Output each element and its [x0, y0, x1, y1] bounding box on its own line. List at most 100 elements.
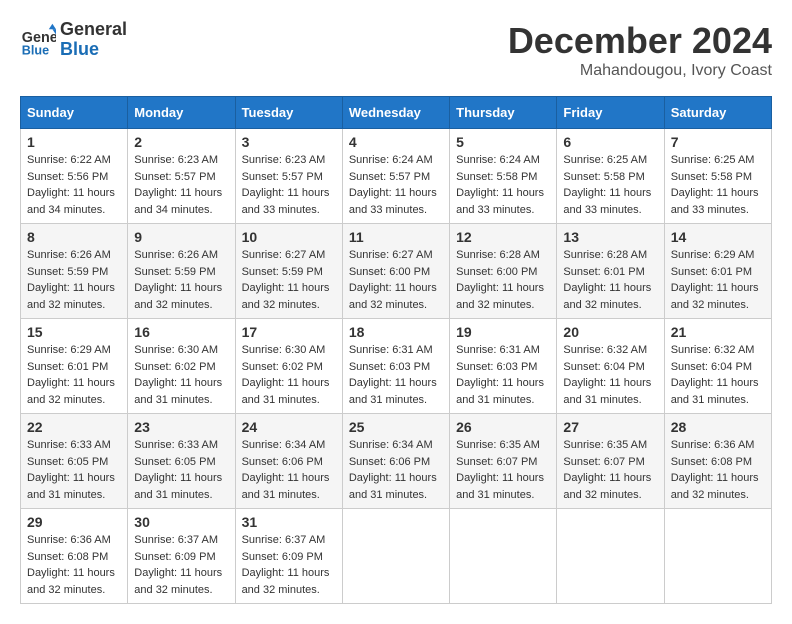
daylight-label: Daylight: 11 hours and 32 minutes.	[134, 567, 222, 596]
daylight-label: Daylight: 11 hours and 31 minutes.	[349, 472, 437, 501]
calendar-cell: 18 Sunrise: 6:31 AM Sunset: 6:03 PM Dayl…	[342, 319, 449, 414]
day-info: Sunrise: 6:22 AM Sunset: 5:56 PM Dayligh…	[27, 152, 121, 218]
calendar-week-3: 15 Sunrise: 6:29 AM Sunset: 6:01 PM Dayl…	[21, 319, 772, 414]
sunset-label: Sunset: 5:56 PM	[27, 171, 108, 183]
day-number: 9	[134, 229, 228, 245]
day-info: Sunrise: 6:35 AM Sunset: 6:07 PM Dayligh…	[456, 437, 550, 503]
day-info: Sunrise: 6:33 AM Sunset: 6:05 PM Dayligh…	[134, 437, 228, 503]
calendar-week-4: 22 Sunrise: 6:33 AM Sunset: 6:05 PM Dayl…	[21, 414, 772, 509]
day-number: 29	[27, 514, 121, 530]
day-number: 21	[671, 324, 765, 340]
sunset-label: Sunset: 6:07 PM	[563, 456, 644, 468]
day-info: Sunrise: 6:23 AM Sunset: 5:57 PM Dayligh…	[242, 152, 336, 218]
weekday-header-wednesday: Wednesday	[342, 97, 449, 129]
sunset-label: Sunset: 6:01 PM	[27, 361, 108, 373]
daylight-label: Daylight: 11 hours and 32 minutes.	[671, 472, 759, 501]
sunset-label: Sunset: 6:09 PM	[242, 551, 323, 563]
daylight-label: Daylight: 11 hours and 33 minutes.	[456, 187, 544, 216]
sunrise-label: Sunrise: 6:24 AM	[456, 154, 540, 166]
daylight-label: Daylight: 11 hours and 31 minutes.	[563, 377, 651, 406]
daylight-label: Daylight: 11 hours and 33 minutes.	[671, 187, 759, 216]
sunrise-label: Sunrise: 6:37 AM	[134, 534, 218, 546]
day-info: Sunrise: 6:23 AM Sunset: 5:57 PM Dayligh…	[134, 152, 228, 218]
sunset-label: Sunset: 6:06 PM	[349, 456, 430, 468]
sunrise-label: Sunrise: 6:23 AM	[134, 154, 218, 166]
day-info: Sunrise: 6:36 AM Sunset: 6:08 PM Dayligh…	[671, 437, 765, 503]
daylight-label: Daylight: 11 hours and 34 minutes.	[134, 187, 222, 216]
day-info: Sunrise: 6:35 AM Sunset: 6:07 PM Dayligh…	[563, 437, 657, 503]
day-number: 27	[563, 419, 657, 435]
calendar-cell: 5 Sunrise: 6:24 AM Sunset: 5:58 PM Dayli…	[450, 129, 557, 224]
day-info: Sunrise: 6:26 AM Sunset: 5:59 PM Dayligh…	[27, 247, 121, 313]
sunrise-label: Sunrise: 6:28 AM	[456, 249, 540, 261]
day-number: 6	[563, 134, 657, 150]
day-info: Sunrise: 6:26 AM Sunset: 5:59 PM Dayligh…	[134, 247, 228, 313]
day-info: Sunrise: 6:25 AM Sunset: 5:58 PM Dayligh…	[671, 152, 765, 218]
calendar-header-row: SundayMondayTuesdayWednesdayThursdayFrid…	[21, 97, 772, 129]
daylight-label: Daylight: 11 hours and 31 minutes.	[456, 472, 544, 501]
sunset-label: Sunset: 6:08 PM	[671, 456, 752, 468]
sunrise-label: Sunrise: 6:30 AM	[134, 344, 218, 356]
sunset-label: Sunset: 5:59 PM	[242, 266, 323, 278]
day-info: Sunrise: 6:34 AM Sunset: 6:06 PM Dayligh…	[242, 437, 336, 503]
daylight-label: Daylight: 11 hours and 31 minutes.	[456, 377, 544, 406]
calendar-cell	[342, 509, 449, 604]
sunrise-label: Sunrise: 6:36 AM	[27, 534, 111, 546]
sunrise-label: Sunrise: 6:29 AM	[671, 249, 755, 261]
sunrise-label: Sunrise: 6:33 AM	[27, 439, 111, 451]
sunrise-label: Sunrise: 6:27 AM	[349, 249, 433, 261]
calendar-cell: 25 Sunrise: 6:34 AM Sunset: 6:06 PM Dayl…	[342, 414, 449, 509]
calendar-cell: 30 Sunrise: 6:37 AM Sunset: 6:09 PM Dayl…	[128, 509, 235, 604]
weekday-header-thursday: Thursday	[450, 97, 557, 129]
day-number: 26	[456, 419, 550, 435]
day-info: Sunrise: 6:28 AM Sunset: 6:01 PM Dayligh…	[563, 247, 657, 313]
calendar-cell: 21 Sunrise: 6:32 AM Sunset: 6:04 PM Dayl…	[664, 319, 771, 414]
location-title: Mahandougou, Ivory Coast	[508, 62, 772, 80]
month-title: December 2024	[508, 20, 772, 62]
day-info: Sunrise: 6:25 AM Sunset: 5:58 PM Dayligh…	[563, 152, 657, 218]
calendar-table: SundayMondayTuesdayWednesdayThursdayFrid…	[20, 96, 772, 604]
sunset-label: Sunset: 6:00 PM	[349, 266, 430, 278]
day-number: 17	[242, 324, 336, 340]
sunrise-label: Sunrise: 6:32 AM	[563, 344, 647, 356]
calendar-cell: 23 Sunrise: 6:33 AM Sunset: 6:05 PM Dayl…	[128, 414, 235, 509]
sunrise-label: Sunrise: 6:25 AM	[671, 154, 755, 166]
sunrise-label: Sunrise: 6:32 AM	[671, 344, 755, 356]
sunset-label: Sunset: 6:08 PM	[27, 551, 108, 563]
calendar-cell: 19 Sunrise: 6:31 AM Sunset: 6:03 PM Dayl…	[450, 319, 557, 414]
day-info: Sunrise: 6:31 AM Sunset: 6:03 PM Dayligh…	[456, 342, 550, 408]
sunset-label: Sunset: 6:07 PM	[456, 456, 537, 468]
daylight-label: Daylight: 11 hours and 31 minutes.	[349, 377, 437, 406]
calendar-cell: 13 Sunrise: 6:28 AM Sunset: 6:01 PM Dayl…	[557, 224, 664, 319]
calendar-cell: 28 Sunrise: 6:36 AM Sunset: 6:08 PM Dayl…	[664, 414, 771, 509]
day-info: Sunrise: 6:37 AM Sunset: 6:09 PM Dayligh…	[242, 532, 336, 598]
day-info: Sunrise: 6:30 AM Sunset: 6:02 PM Dayligh…	[242, 342, 336, 408]
calendar-week-1: 1 Sunrise: 6:22 AM Sunset: 5:56 PM Dayli…	[21, 129, 772, 224]
sunrise-label: Sunrise: 6:36 AM	[671, 439, 755, 451]
day-number: 28	[671, 419, 765, 435]
sunrise-label: Sunrise: 6:22 AM	[27, 154, 111, 166]
day-number: 2	[134, 134, 228, 150]
sunrise-label: Sunrise: 6:31 AM	[349, 344, 433, 356]
sunrise-label: Sunrise: 6:31 AM	[456, 344, 540, 356]
calendar-cell: 29 Sunrise: 6:36 AM Sunset: 6:08 PM Dayl…	[21, 509, 128, 604]
calendar-cell: 14 Sunrise: 6:29 AM Sunset: 6:01 PM Dayl…	[664, 224, 771, 319]
daylight-label: Daylight: 11 hours and 32 minutes.	[27, 377, 115, 406]
sunset-label: Sunset: 6:01 PM	[563, 266, 644, 278]
sunset-label: Sunset: 6:03 PM	[349, 361, 430, 373]
sunrise-label: Sunrise: 6:25 AM	[563, 154, 647, 166]
day-number: 13	[563, 229, 657, 245]
daylight-label: Daylight: 11 hours and 32 minutes.	[349, 282, 437, 311]
calendar-cell: 8 Sunrise: 6:26 AM Sunset: 5:59 PM Dayli…	[21, 224, 128, 319]
calendar-cell: 7 Sunrise: 6:25 AM Sunset: 5:58 PM Dayli…	[664, 129, 771, 224]
calendar-cell: 11 Sunrise: 6:27 AM Sunset: 6:00 PM Dayl…	[342, 224, 449, 319]
calendar-cell: 24 Sunrise: 6:34 AM Sunset: 6:06 PM Dayl…	[235, 414, 342, 509]
day-number: 31	[242, 514, 336, 530]
calendar-cell: 17 Sunrise: 6:30 AM Sunset: 6:02 PM Dayl…	[235, 319, 342, 414]
title-block: December 2024 Mahandougou, Ivory Coast	[508, 20, 772, 80]
day-info: Sunrise: 6:32 AM Sunset: 6:04 PM Dayligh…	[563, 342, 657, 408]
sunset-label: Sunset: 6:04 PM	[671, 361, 752, 373]
day-info: Sunrise: 6:31 AM Sunset: 6:03 PM Dayligh…	[349, 342, 443, 408]
calendar-cell	[557, 509, 664, 604]
sunrise-label: Sunrise: 6:35 AM	[563, 439, 647, 451]
